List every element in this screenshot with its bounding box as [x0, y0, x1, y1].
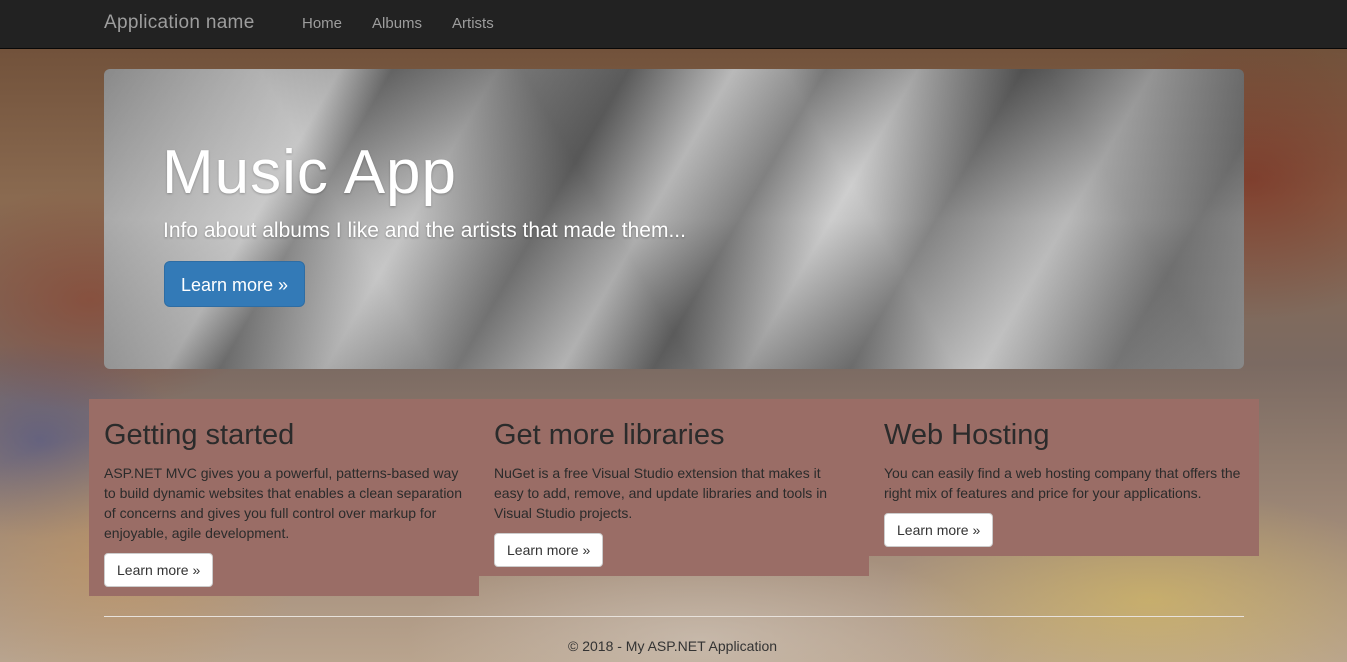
nav-link-albums[interactable]: Albums [372, 15, 422, 32]
footer-divider [104, 616, 1244, 617]
libraries-learn-more-button[interactable]: Learn more » [494, 533, 604, 567]
column-heading: Web Hosting [884, 419, 1050, 451]
nav-link-artists[interactable]: Artists [452, 15, 494, 32]
footer-text: © 2018 - My ASP.NET Application [568, 638, 778, 654]
column-web-hosting: Web Hosting You can easily find a web ho… [869, 399, 1259, 556]
jumbotron-lead: Info about albums I like and the artists… [163, 219, 686, 242]
column-heading: Getting started [104, 419, 295, 451]
brand-link[interactable]: Application name [104, 12, 255, 34]
jumbotron-title: Music App [162, 138, 458, 207]
web-hosting-learn-more-button[interactable]: Learn more » [884, 513, 994, 547]
top-navbar: Application name Home Albums Artists [0, 0, 1347, 49]
jumbotron: Music App Info about albums I like and t… [104, 69, 1244, 369]
column-get-more-libraries: Get more libraries NuGet is a free Visua… [479, 399, 869, 576]
column-heading: Get more libraries [494, 419, 725, 451]
getting-started-learn-more-button[interactable]: Learn more » [104, 553, 214, 587]
column-getting-started: Getting started ASP.NET MVC gives you a … [89, 399, 479, 596]
nav-links: Home Albums Artists [302, 15, 494, 32]
nav-link-home[interactable]: Home [302, 15, 342, 32]
column-text: You can easily find a web hosting compan… [884, 465, 1241, 501]
column-text: ASP.NET MVC gives you a powerful, patter… [104, 465, 462, 541]
column-text: NuGet is a free Visual Studio extension … [494, 465, 828, 521]
jumbotron-learn-more-button[interactable]: Learn more » [164, 261, 306, 307]
